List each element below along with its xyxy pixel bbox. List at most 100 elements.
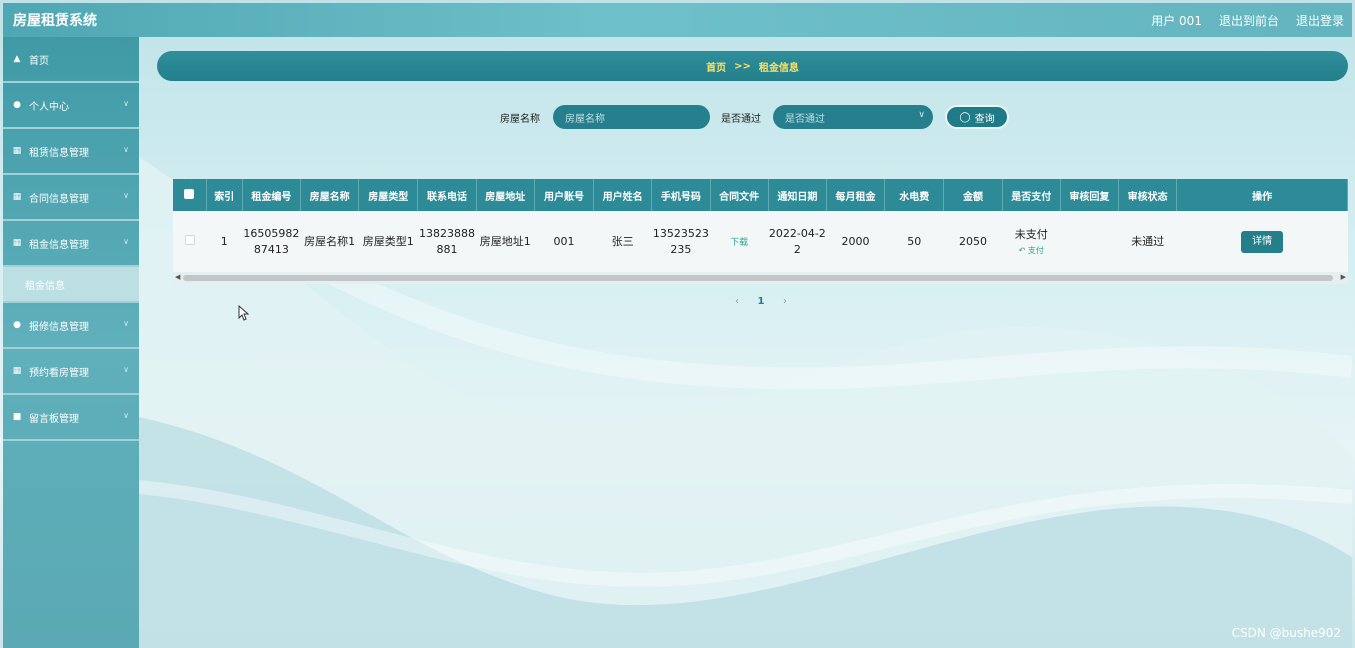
cell-user-name: 张三 bbox=[611, 234, 634, 248]
column-header: 手机号码 bbox=[651, 179, 711, 211]
cell-phone: 13823888881 bbox=[419, 227, 476, 256]
grid-icon: ▦ bbox=[12, 366, 22, 376]
download-link[interactable]: 下载 bbox=[730, 238, 748, 248]
app-title: 房屋租赁系统 bbox=[13, 13, 97, 29]
scroll-right-icon[interactable]: ▶ bbox=[1341, 273, 1346, 281]
cell-account: 001 bbox=[553, 234, 575, 248]
cell-house-type: 房屋类型1 bbox=[362, 234, 414, 248]
rent-table: 索引 租金编号 房屋名称 房屋类型 联系电话 房屋地址 用户账号 用户姓名 手机… bbox=[173, 179, 1348, 284]
cell-rent-no: 1650598287413 bbox=[243, 227, 300, 256]
cell-status: 未通过 bbox=[1131, 234, 1165, 248]
watermark: CSDN @bushe902 bbox=[1231, 626, 1341, 640]
sidebar-item-label: 报修信息管理 bbox=[29, 321, 89, 333]
pagination: ‹ 1 › bbox=[731, 292, 791, 310]
sidebar-subitem-rent-info[interactable]: 租金信息 bbox=[3, 267, 139, 303]
scroll-left-icon[interactable]: ◀ bbox=[175, 273, 180, 281]
sidebar-item-viewing-appointment[interactable]: ▦ 预约看房管理 ∨ bbox=[3, 349, 139, 395]
cell-monthly-rent: 2000 bbox=[841, 234, 870, 248]
paid-status: 未支付 bbox=[1014, 228, 1048, 242]
breadcrumb-home[interactable]: 首页 bbox=[706, 59, 726, 74]
sidebar-item-repair-info[interactable]: ● 报修信息管理 ∨ bbox=[3, 303, 139, 349]
breadcrumb-separator: >> bbox=[734, 60, 751, 72]
cell-reply bbox=[1060, 211, 1118, 272]
chevron-down-icon: ∨ bbox=[123, 237, 129, 246]
mouse-cursor-icon bbox=[238, 305, 250, 321]
sidebar-item-label: 首页 bbox=[29, 55, 49, 67]
scrollbar-thumb[interactable] bbox=[183, 275, 1333, 281]
top-links: 用户 001 退出到前台 退出登录 bbox=[1134, 12, 1352, 29]
breadcrumb: 首页 >> 租金信息 bbox=[157, 51, 1348, 81]
column-header: 用户账号 bbox=[534, 179, 595, 211]
chevron-down-icon: ∨ bbox=[123, 365, 129, 374]
cell-paid: 未支付 ↶ 支付 bbox=[1002, 211, 1060, 272]
sidebar-item-message-board[interactable]: ■ 留言板管理 ∨ bbox=[3, 395, 139, 441]
search-icon: ◯ bbox=[959, 111, 971, 123]
column-header: 房屋类型 bbox=[358, 179, 419, 211]
person-icon: ● bbox=[13, 320, 21, 330]
cell-notice-date: 2022-04-22 bbox=[768, 227, 826, 256]
sidebar-item-label: 预约看房管理 bbox=[29, 367, 89, 379]
column-header: 房屋地址 bbox=[476, 179, 535, 211]
detail-button[interactable]: 详情 bbox=[1241, 230, 1284, 253]
house-name-label: 房屋名称 bbox=[500, 114, 540, 125]
pay-link-label: 支付 bbox=[1027, 245, 1044, 255]
sidebar-item-label: 合同信息管理 bbox=[29, 193, 89, 205]
grid-icon: ▦ bbox=[12, 192, 22, 202]
breadcrumb-current: 租金信息 bbox=[758, 62, 799, 74]
top-bar: 房屋租赁系统 用户 001 退出到前台 退出登录 bbox=[3, 3, 1352, 37]
chevron-down-icon: ∨ bbox=[123, 191, 129, 200]
cell-house-name: 房屋名称1 bbox=[304, 234, 356, 248]
pay-icon: ↶ bbox=[1018, 245, 1028, 255]
grid-icon: ▦ bbox=[12, 238, 22, 248]
sidebar-item-home[interactable]: ▲ 首页 bbox=[3, 37, 139, 83]
column-header: 通知日期 bbox=[768, 179, 827, 211]
grid-icon: ▦ bbox=[12, 146, 22, 156]
sidebar-item-label: 留言板管理 bbox=[29, 413, 79, 425]
column-header: 房屋名称 bbox=[300, 179, 360, 211]
select-all-checkbox[interactable] bbox=[184, 188, 195, 199]
column-header: 索引 bbox=[206, 179, 243, 211]
cell-utilities: 50 bbox=[907, 234, 922, 248]
horizontal-scrollbar[interactable]: ◀ ▶ bbox=[173, 272, 1348, 284]
column-header: 金额 bbox=[943, 179, 1003, 211]
column-header: 每月租金 bbox=[826, 179, 886, 211]
column-header: 用户姓名 bbox=[593, 179, 653, 211]
next-page-button[interactable]: › bbox=[779, 296, 791, 307]
prev-page-button[interactable]: ‹ bbox=[731, 296, 743, 307]
cell-mobile: 13523523235 bbox=[652, 227, 709, 256]
column-header: 是否支付 bbox=[1002, 179, 1061, 211]
query-button[interactable]: ◯ 查询 bbox=[945, 105, 1009, 129]
chevron-down-icon: ∨ bbox=[123, 319, 129, 328]
query-button-label: 查询 bbox=[974, 113, 995, 125]
cell-amount: 2050 bbox=[958, 234, 987, 248]
table-header-row: 索引 租金编号 房屋名称 房屋类型 联系电话 房屋地址 用户账号 用户姓名 手机… bbox=[173, 179, 1348, 211]
sidebar-item-contract-info[interactable]: ▦ 合同信息管理 ∨ bbox=[3, 175, 139, 221]
column-header: 联系电话 bbox=[417, 179, 477, 211]
sidebar-item-lease-info[interactable]: ▦ 租赁信息管理 ∨ bbox=[3, 129, 139, 175]
chevron-down-icon: ∨ bbox=[123, 145, 129, 154]
sidebar-item-rent-info[interactable]: ▦ 租金信息管理 ∨ bbox=[3, 221, 139, 267]
logout-link[interactable]: 退出登录 bbox=[1296, 12, 1344, 29]
note-icon: ■ bbox=[12, 412, 22, 422]
cell-index: 1 bbox=[220, 234, 228, 248]
approved-select[interactable]: 是否通过 ∨ bbox=[773, 105, 933, 129]
cell-address: 房屋地址1 bbox=[479, 234, 531, 248]
select-all-checkbox-cell[interactable] bbox=[173, 179, 207, 211]
approved-label: 是否通过 bbox=[721, 114, 761, 125]
pay-link[interactable]: ↶ 支付 bbox=[1002, 245, 1060, 256]
column-header: 合同文件 bbox=[710, 179, 769, 211]
approved-select-value: 是否通过 bbox=[785, 113, 825, 125]
home-icon: ▲ bbox=[13, 54, 21, 64]
column-header: 审核回复 bbox=[1060, 179, 1120, 211]
row-checkbox-cell[interactable] bbox=[173, 211, 206, 272]
cell-contract: 下载 bbox=[710, 211, 768, 272]
cell-action: 详情 bbox=[1177, 211, 1348, 272]
house-name-input[interactable]: 房屋名称 bbox=[553, 105, 710, 129]
column-header: 操作 bbox=[1176, 179, 1348, 211]
sidebar-item-label: 租金信息管理 bbox=[29, 239, 89, 251]
table-row: 1 1650598287413 房屋名称1 房屋类型1 13823888881 … bbox=[173, 211, 1348, 272]
sidebar-item-label: 租赁信息管理 bbox=[29, 147, 89, 159]
back-to-front-link[interactable]: 退出到前台 bbox=[1219, 12, 1279, 29]
page-number-current[interactable]: 1 bbox=[758, 296, 765, 307]
row-checkbox[interactable] bbox=[184, 234, 195, 245]
